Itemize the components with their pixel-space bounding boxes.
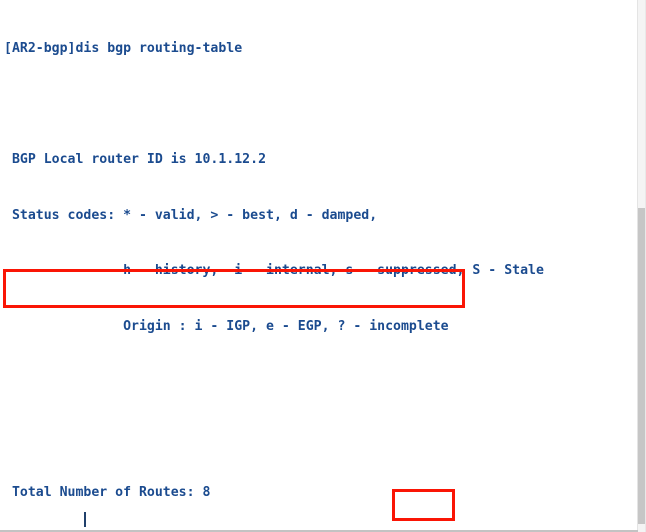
scrollbar-thumb[interactable] [638, 208, 645, 524]
terminal-output[interactable]: [AR2-bgp]dis bgp routing-table BGP Local… [0, 0, 638, 532]
terminal-line: [AR2-bgp]dis bgp routing-table [4, 41, 243, 56]
vertical-scrollbar[interactable] [637, 0, 645, 532]
terminal-window: [AR2-bgp]dis bgp routing-table BGP Local… [0, 0, 646, 532]
terminal-line: BGP Local router ID is 10.1.12.2 [4, 152, 267, 167]
terminal-line: h - history, i - internal, s - suppresse… [4, 263, 544, 278]
terminal-line: Origin : i - IGP, e - EGP, ? - incomplet… [4, 318, 449, 334]
routing-table-total: Total Number of Routes: 8 [4, 485, 211, 500]
text-cursor [84, 512, 86, 527]
terminal-line: Status codes: * - valid, > - best, d - d… [4, 207, 378, 223]
